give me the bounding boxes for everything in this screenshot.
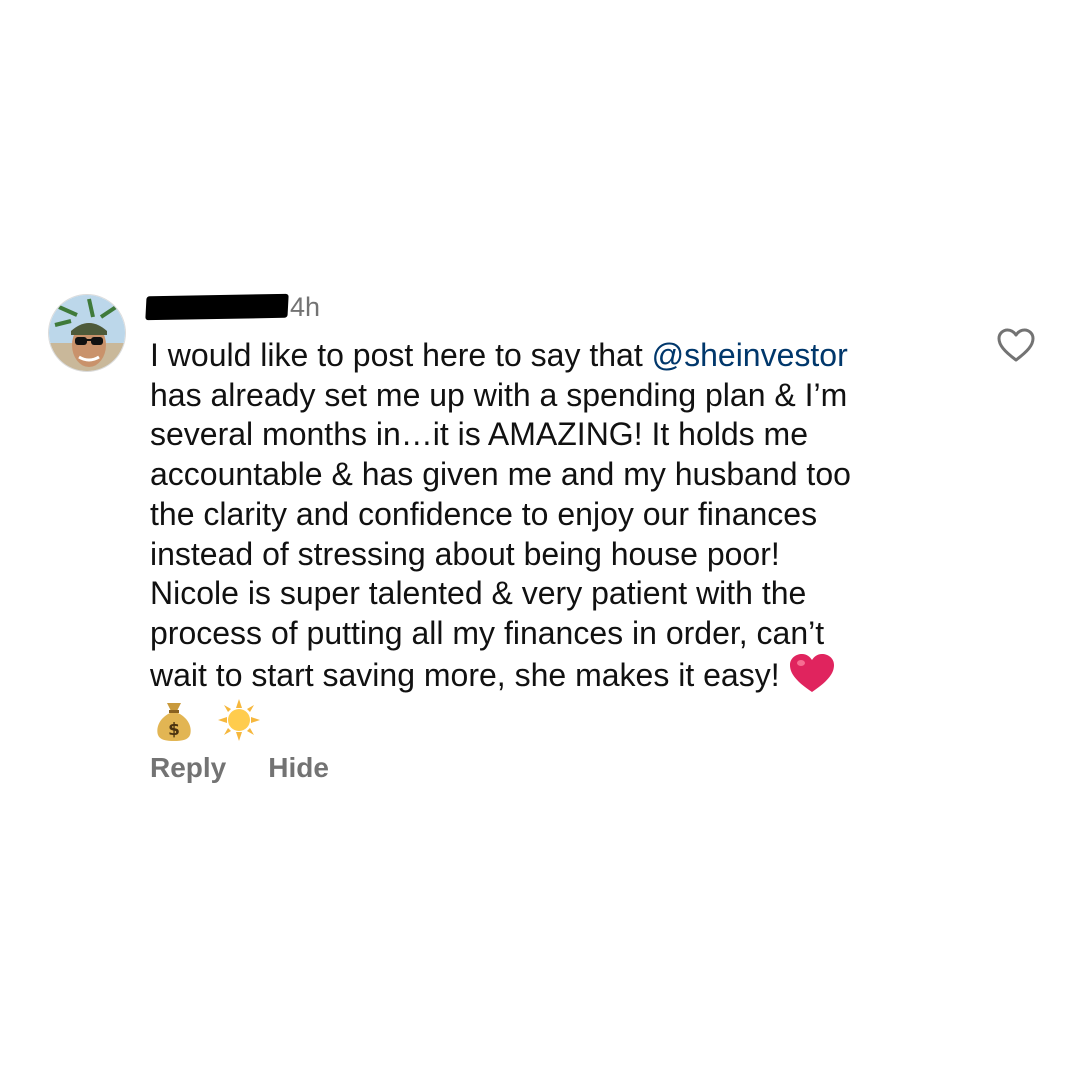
emoji-line: $	[156, 699, 950, 745]
comment-text-start: I would like to post here to say that	[150, 337, 652, 373]
comment-text: I would like to post here to say that @s…	[150, 336, 950, 745]
mention-link[interactable]: @sheinvestor	[652, 337, 848, 373]
svg-text:$: $	[168, 720, 180, 740]
redacted-username	[145, 293, 289, 321]
hide-button[interactable]: Hide	[268, 752, 329, 784]
avatar[interactable]	[48, 294, 126, 372]
heart-outline-icon[interactable]	[996, 326, 1036, 366]
comment-actions: Reply Hide	[150, 752, 329, 784]
sun-emoji	[218, 699, 260, 751]
comment-meta: 4h	[145, 290, 321, 324]
reply-button[interactable]: Reply	[150, 752, 226, 784]
comment: 4h I would like to post here to say that…	[0, 0, 1080, 1080]
red-heart-emoji	[789, 653, 834, 704]
timestamp: 4h	[290, 292, 321, 322]
avatar-image	[49, 295, 125, 371]
comment-text-rest: has already set me up with a spending pl…	[150, 376, 851, 693]
money-bag-emoji: $	[156, 699, 192, 751]
